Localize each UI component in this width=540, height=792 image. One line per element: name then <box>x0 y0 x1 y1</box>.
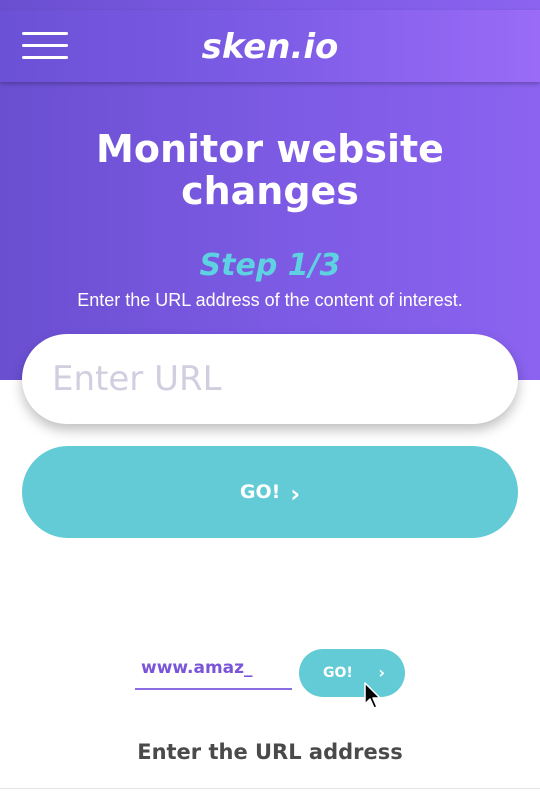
mouse-pointer-icon <box>364 682 381 709</box>
sken-io-logo[interactable]: sken.io <box>190 24 350 68</box>
chevron-right-icon: › <box>290 480 301 508</box>
page-title-line1: Monitor website <box>96 127 444 171</box>
page: sken.io Monitor website changes Step 1/3… <box>0 0 540 792</box>
svg-text:sken.io: sken.io <box>202 27 339 67</box>
chevron-right-icon: › <box>378 663 385 682</box>
url-input[interactable] <box>22 334 518 424</box>
hamburger-menu-icon[interactable] <box>22 32 68 60</box>
page-title: Monitor website changes <box>0 128 540 212</box>
step-indicator: Step 1/3 <box>199 248 341 283</box>
instruction-text: Enter the URL address of the content of … <box>77 290 463 310</box>
demo-go-label: GO! <box>323 665 353 681</box>
demo-go-button: GO! › <box>299 649 405 697</box>
demo-url-field: www.amaz_ <box>135 656 292 690</box>
page-title-line2: changes <box>181 169 359 213</box>
top-navbar: sken.io <box>0 10 540 82</box>
go-button-label: GO! <box>239 481 281 503</box>
demo-illustration: www.amaz_ GO! › <box>0 640 540 740</box>
go-button[interactable]: GO! › <box>22 446 518 538</box>
demo-caption: Enter the URL address <box>137 740 403 764</box>
bottom-divider <box>0 788 540 789</box>
